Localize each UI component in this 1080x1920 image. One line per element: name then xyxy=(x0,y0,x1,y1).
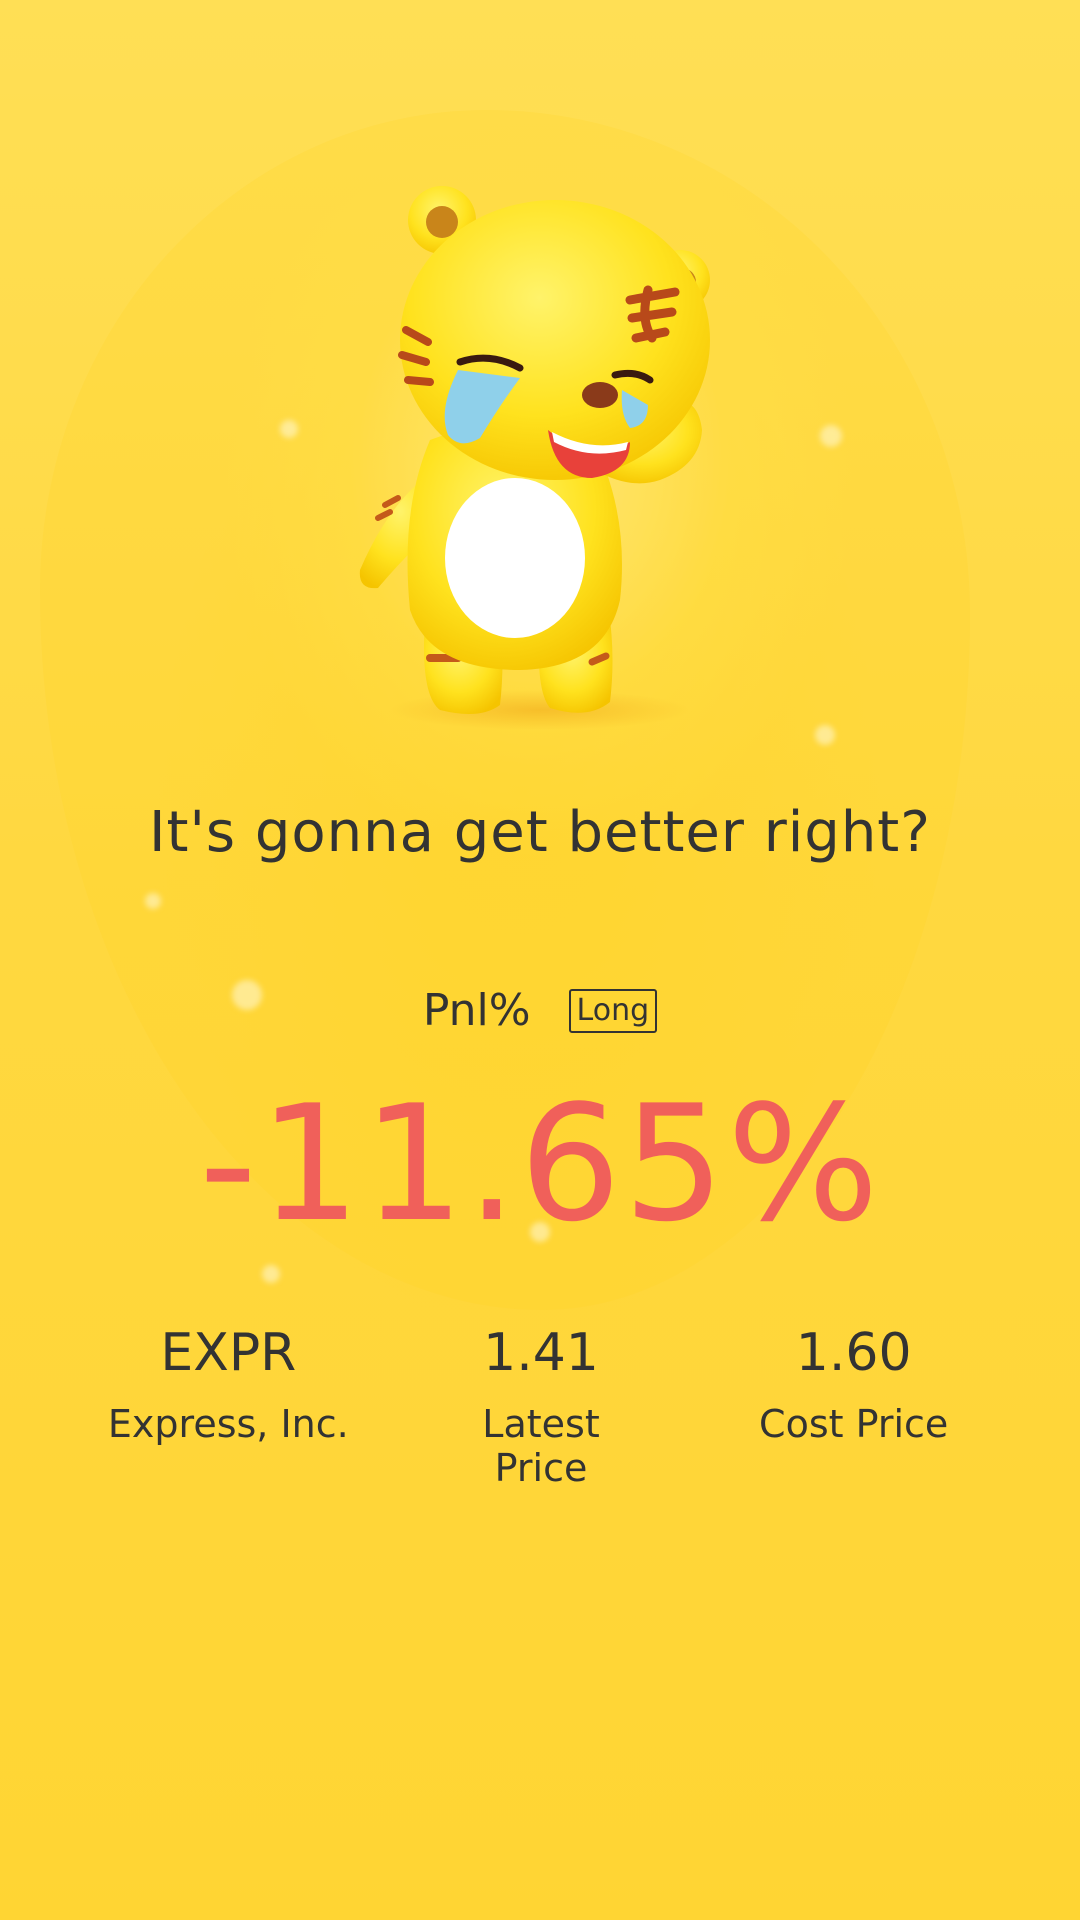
stats-row: EXPR Express, Inc. 1.41 Latest Price 1.6… xyxy=(0,1318,1080,1490)
stat-symbol: EXPR Express, Inc. xyxy=(72,1318,385,1490)
cost-price-label: Cost Price xyxy=(759,1402,949,1446)
pnl-row: Pnl% Long xyxy=(0,985,1080,1036)
headline: It's gonna get better right? xyxy=(148,800,931,865)
sparkle xyxy=(820,425,842,447)
latest-price-value: 1.41 xyxy=(483,1323,599,1383)
latest-price-label: Latest Price xyxy=(482,1402,600,1490)
stock-symbol: EXPR xyxy=(160,1323,297,1383)
pnl-percentage-value: -11.65% xyxy=(199,1070,881,1257)
company-name: Express, Inc. xyxy=(107,1402,349,1446)
position-type-badge: Long xyxy=(568,988,658,1033)
sparkle xyxy=(280,420,298,438)
sparkle xyxy=(815,725,835,745)
stat-latest-price: 1.41 Latest Price xyxy=(385,1318,698,1490)
pnl-label: Pnl% xyxy=(422,985,531,1036)
sparkle xyxy=(145,893,161,909)
sparkle xyxy=(262,1265,280,1283)
crying-tiger-mascot-icon xyxy=(359,186,710,730)
cost-price-value: 1.60 xyxy=(795,1323,912,1383)
stat-cost-price: 1.60 Cost Price xyxy=(697,1318,1010,1490)
